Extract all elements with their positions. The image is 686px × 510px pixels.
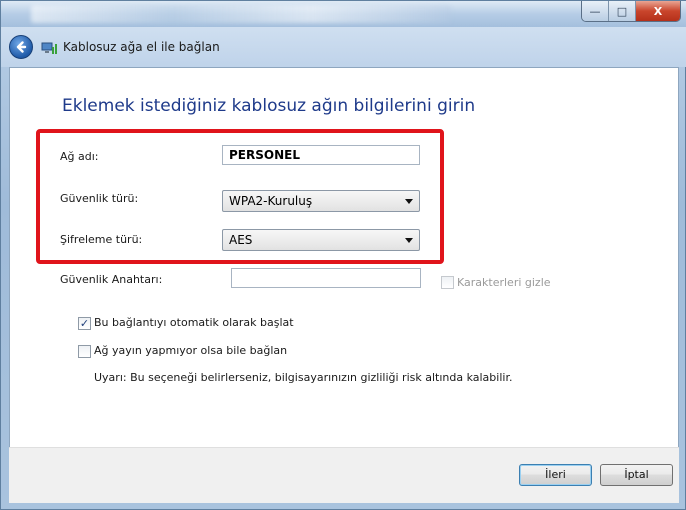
wireless-network-icon [41, 40, 57, 54]
security-key-input[interactable] [231, 268, 421, 288]
cancel-button[interactable]: İptal [600, 464, 673, 486]
auto-connect-checkbox[interactable]: ✓ [78, 317, 91, 330]
connect-hidden-label: Ağ yayın yapmıyor olsa bile bağlan [94, 344, 288, 357]
warning-text: Uyarı: Bu seçeneği belirlerseniz, bilgis… [94, 371, 513, 384]
next-button[interactable]: İleri [519, 464, 592, 486]
hide-characters-checkbox[interactable] [441, 276, 454, 289]
navigation-bar: Kablosuz ağa el ile bağlan [1, 27, 686, 67]
maximize-button[interactable]: □ [609, 1, 636, 21]
security-key-label: Güvenlik Anahtarı: [60, 273, 163, 286]
title-bar: — □ X [1, 1, 686, 27]
minimize-button[interactable]: — [582, 1, 609, 21]
page-heading: Eklemek istediğiniz kablosuz ağın bilgil… [62, 96, 476, 116]
highlight-box [36, 129, 444, 264]
auto-connect-label: Bu bağlantıyı otomatik olarak başlat [94, 316, 294, 329]
close-button[interactable]: X [636, 1, 680, 21]
caption-buttons: — □ X [581, 1, 681, 22]
hide-characters-label: Karakterleri gizle [457, 276, 551, 289]
blurred-background-tabs [31, 5, 451, 23]
connect-hidden-checkbox[interactable] [78, 345, 91, 358]
back-arrow-icon[interactable] [9, 35, 33, 59]
window-title: Kablosuz ağa el ile bağlan [63, 40, 220, 54]
